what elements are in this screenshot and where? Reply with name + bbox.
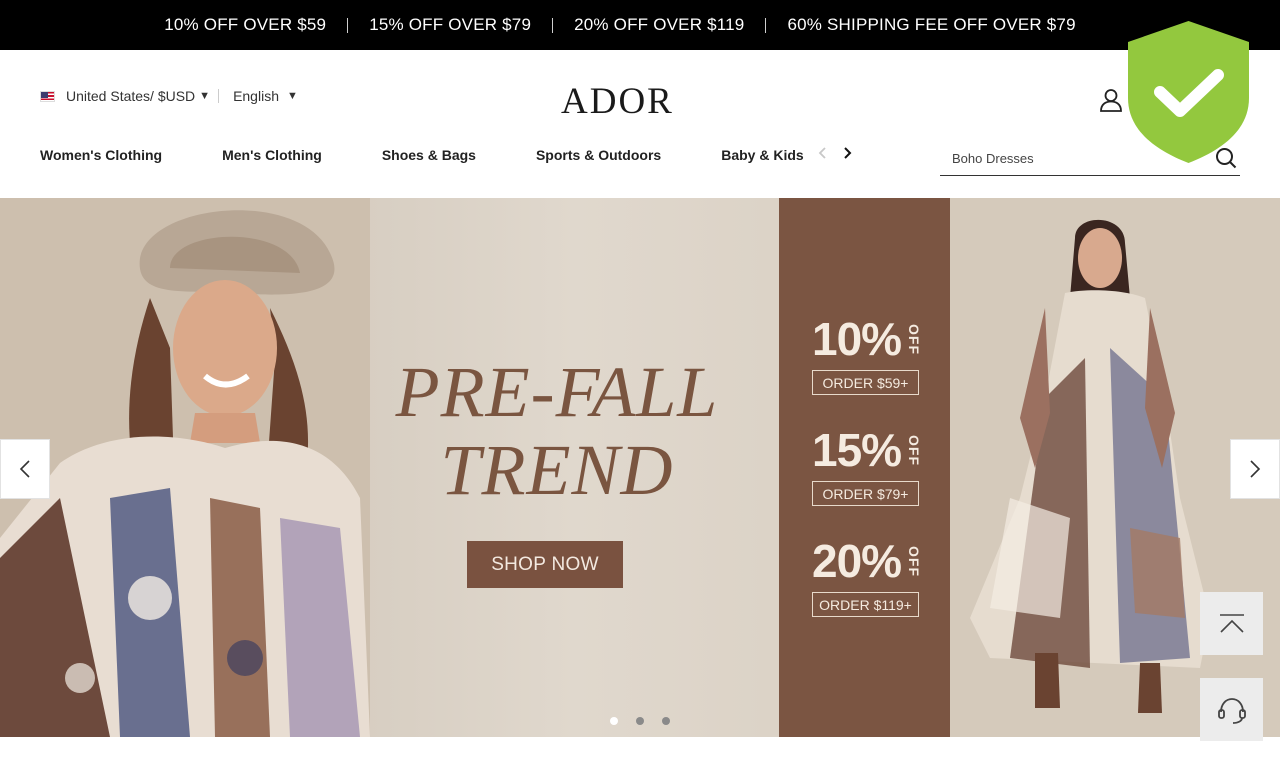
site-logo[interactable]: ADOR — [561, 80, 674, 123]
promo-item[interactable]: 20% OFF OVER $119 — [553, 15, 765, 35]
offer-block: 15% OFF ORDER $79+ — [812, 426, 922, 506]
user-icon[interactable] — [1098, 87, 1124, 113]
carousel-dot[interactable] — [662, 717, 670, 725]
hero-title-line: PRE-FALL — [395, 352, 719, 432]
carousel-prev-button[interactable] — [0, 439, 50, 499]
back-to-top-button[interactable] — [1200, 592, 1263, 655]
offer-percent: 10% — [812, 313, 902, 365]
offer-threshold: ORDER $79+ — [812, 481, 919, 506]
nav-item-womens-clothing[interactable]: Women's Clothing — [40, 147, 162, 163]
site-header: United States/ $USD ▼ English ▼ ADOR Wom… — [0, 50, 1280, 198]
promo-list: 10% OFF OVER $59 15% OFF OVER $79 20% OF… — [143, 15, 1096, 35]
shield-check-icon — [1128, 21, 1249, 163]
arrow-up-to-top-icon — [1219, 613, 1244, 633]
region-currency-selector[interactable]: United States/ $USD — [66, 88, 195, 104]
chevron-left-icon — [19, 460, 30, 478]
language-selector[interactable]: English — [233, 88, 279, 104]
carousel-next-button[interactable] — [1230, 439, 1280, 499]
offer-off-label: OFF — [906, 323, 923, 355]
shop-now-button[interactable]: SHOP NOW — [467, 541, 623, 588]
offer-panel: 10% OFF ORDER $59+ 15% OFF ORDER $79+ 20… — [779, 198, 950, 737]
hero-title-line: TREND — [440, 430, 674, 510]
promo-item[interactable]: 15% OFF OVER $79 — [348, 15, 552, 35]
caret-down-icon[interactable]: ▼ — [287, 90, 298, 102]
locale-selector: United States/ $USD ▼ English ▼ — [40, 88, 298, 104]
locale-divider — [218, 89, 220, 103]
carousel-pagination — [610, 717, 670, 725]
nav-item-shoes-bags[interactable]: Shoes & Bags — [382, 147, 476, 163]
chevron-right-icon — [1250, 460, 1261, 478]
headset-icon — [1217, 697, 1246, 724]
caret-down-icon[interactable]: ▼ — [199, 90, 210, 102]
promo-bar: 10% OFF OVER $59 15% OFF OVER $79 20% OF… — [0, 0, 1280, 50]
carousel-dot-active[interactable] — [610, 717, 618, 725]
category-nav: Women's Clothing Men's Clothing Shoes & … — [40, 147, 864, 163]
promo-item[interactable]: 60% SHIPPING FEE OFF OVER $79 — [766, 15, 1096, 35]
nav-scroll-controls — [818, 146, 852, 160]
offer-off-label: OFF — [906, 545, 923, 577]
hero-model-photo-left — [0, 198, 370, 737]
nav-item-mens-clothing[interactable]: Men's Clothing — [222, 147, 322, 163]
offer-off-label: OFF — [906, 434, 923, 466]
chevron-left-icon[interactable] — [818, 146, 828, 160]
nav-item-baby-kids[interactable]: Baby & Kids — [721, 147, 803, 163]
hero-title: PRE-FALL TREND — [372, 353, 742, 509]
offer-threshold: ORDER $59+ — [812, 370, 919, 395]
offer-block: 20% OFF ORDER $119+ — [812, 537, 922, 617]
chevron-right-icon[interactable] — [842, 146, 852, 160]
offer-block: 10% OFF ORDER $59+ — [812, 315, 922, 395]
offer-percent: 15% — [812, 424, 902, 476]
us-flag-icon — [40, 90, 55, 102]
hero-banner[interactable]: PRE-FALL TREND SHOP NOW 10% OFF ORDER $5… — [0, 198, 1280, 737]
nav-item-sports-outdoors[interactable]: Sports & Outdoors — [536, 147, 661, 163]
carousel-dot[interactable] — [636, 717, 644, 725]
offer-percent: 20% — [812, 535, 902, 587]
promo-item[interactable]: 10% OFF OVER $59 — [143, 15, 347, 35]
offer-threshold: ORDER $119+ — [812, 592, 919, 617]
customer-support-button[interactable] — [1200, 678, 1263, 741]
